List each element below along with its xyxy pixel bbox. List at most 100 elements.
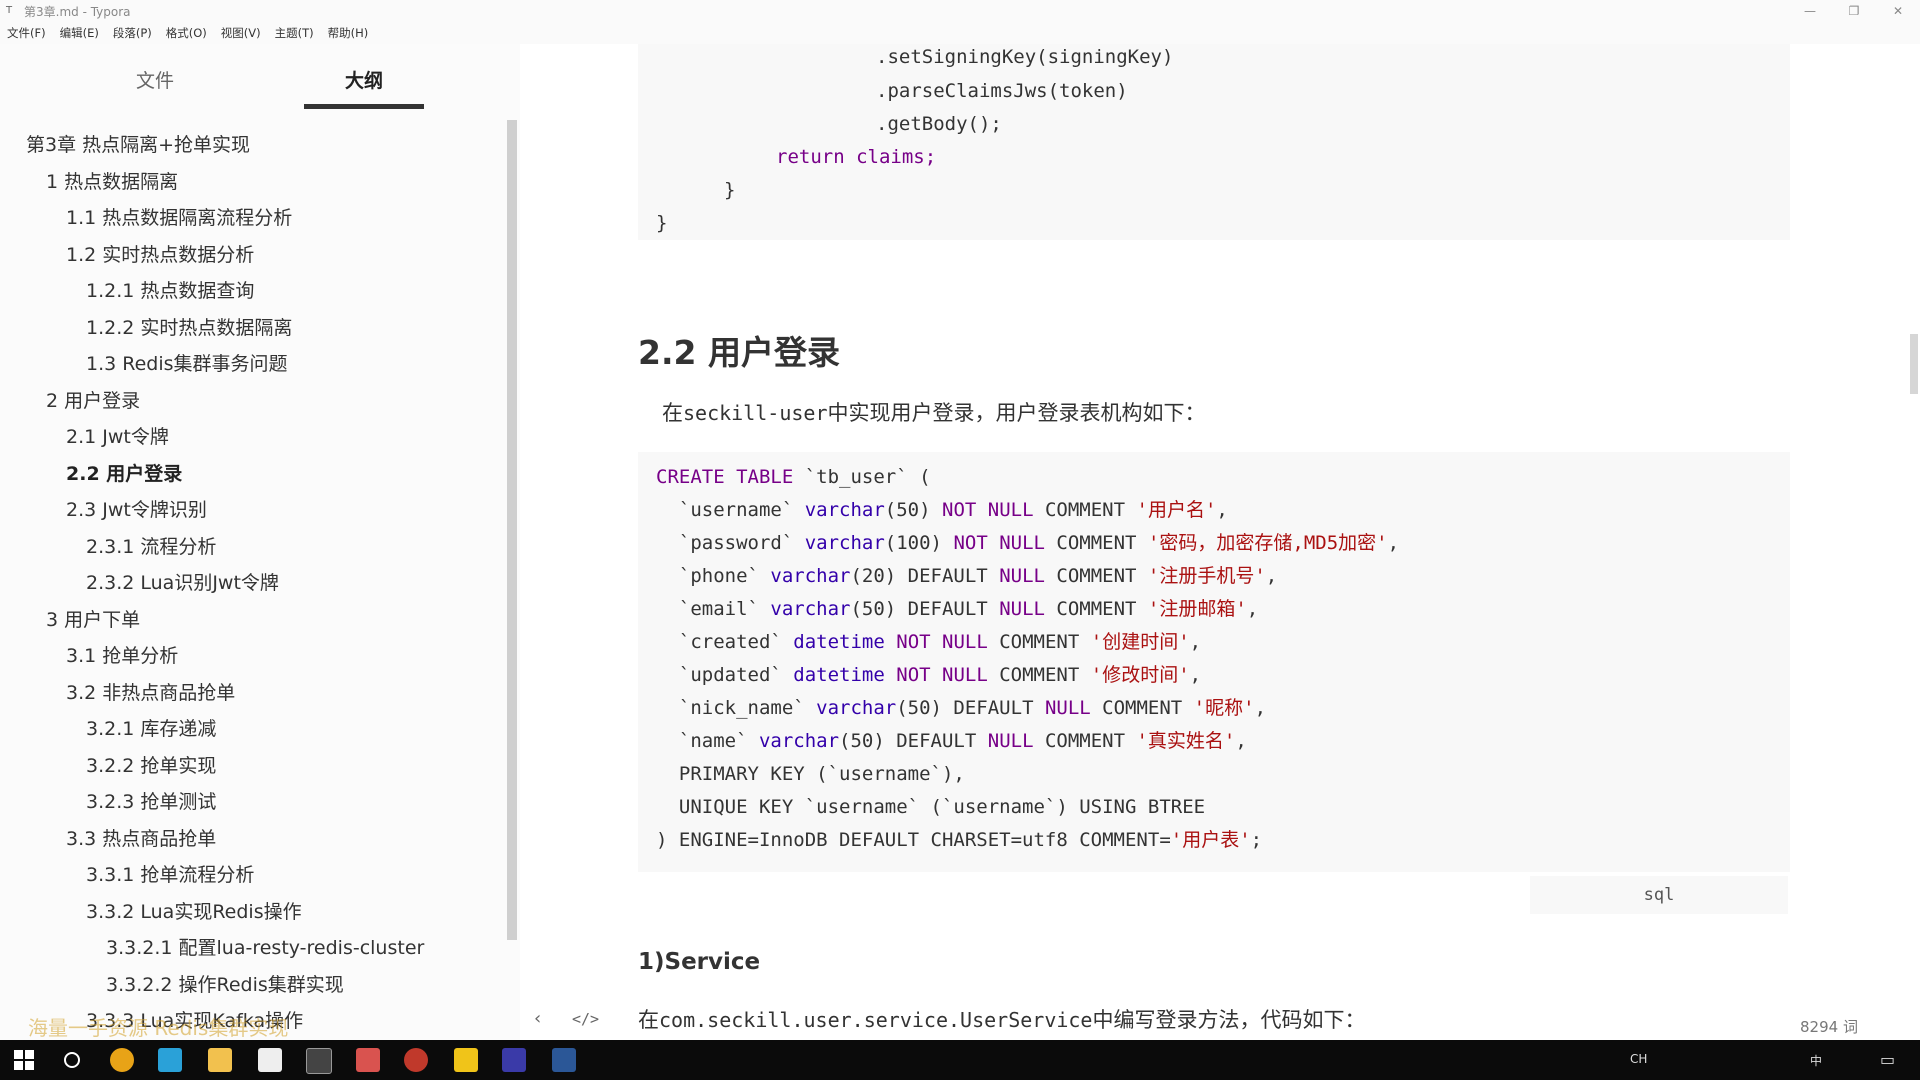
code-line: } [656,212,668,234]
chrome-icon[interactable] [110,1048,134,1072]
outline-item[interactable]: 1.2.2 实时热点数据隔离 [86,315,292,341]
sql-line: ) ENGINE=InnoDB DEFAULT CHARSET=utf8 COM… [656,829,1263,851]
service-paragraph: 在com.seckill.user.service.UserService中编写… [638,1004,1365,1034]
outline-item[interactable]: 3.3.1 抢单流程分析 [86,862,254,888]
ime-indicator[interactable]: 中 [1810,1052,1822,1069]
outline-item[interactable]: 1.2 实时热点数据分析 [66,242,254,268]
typora-icon: T [6,5,13,16]
outline-item[interactable]: 1.2.1 热点数据查询 [86,278,254,304]
outline-item[interactable]: 2.2 用户登录 [66,461,182,487]
outline-item[interactable]: 3.3 热点商品抢单 [66,826,216,852]
typora-taskbar-icon[interactable] [258,1048,282,1072]
menu-format[interactable]: 格式(O) [159,25,214,41]
app-icon[interactable] [404,1048,428,1072]
sql-line: PRIMARY KEY (`username`), [656,763,965,785]
outline-item[interactable]: 3.3.2 Lua实现Redis操作 [86,899,302,925]
outline-item[interactable]: 3.2.2 抢单实现 [86,753,216,779]
intro-paragraph: 在seckill-user中实现用户登录，用户登录表机构如下： [662,397,1206,427]
intro-text: 在 [662,401,683,425]
sql-line: `created` datetime NOT NULL COMMENT '创建时… [656,631,1202,653]
sql-line: `username` varchar(50) NOT NULL COMMENT … [656,499,1228,521]
source-mode-icon[interactable]: </> [572,1010,599,1028]
outline-item[interactable]: 2.1 Jwt令牌 [66,424,169,450]
menu-file[interactable]: 文件(F) [0,25,53,41]
intro-text: 中实现用户登录，用户登录表机构如下： [827,401,1206,425]
watermark: 海量一手资源 Redis集群实现 [28,1016,289,1040]
window-controls: — ❐ ✕ [1788,0,1920,22]
active-tab-indicator [304,104,424,109]
inline-code: seckill-user [683,401,828,425]
menu-help[interactable]: 帮助(H) [321,25,376,41]
sql-line: `password` varchar(100) NOT NULL COMMENT… [656,532,1400,554]
input-language[interactable]: CH [1630,1052,1647,1066]
maximize-button[interactable]: ❐ [1832,0,1876,22]
system-tray: CH 中 ▭ [1620,1040,1920,1080]
inline-code: com.seckill.user.service.UserService [659,1008,1093,1032]
sidebar-tabs: 文件 大纲 [0,44,520,110]
code-line: .getBody(); [876,113,1002,135]
outline-item[interactable]: 3.3.2.1 配置lua-resty-redis-cluster [106,935,424,961]
folder-icon[interactable] [208,1048,232,1072]
menu-bar: 文件(F) 编辑(E) 段落(P) 格式(O) 视图(V) 主题(T) 帮助(H… [0,22,1920,44]
title-bar: T 第3章.md - Typora — ❐ ✕ [0,0,1920,22]
app-icon[interactable] [356,1048,380,1072]
code-language-tag[interactable]: sql [1530,876,1788,914]
intellij-icon[interactable] [502,1048,526,1072]
subsection-heading: 1)Service [638,949,761,975]
start-icon[interactable] [12,1048,36,1072]
outline-item[interactable]: 1.3 Redis集群事务问题 [86,351,288,377]
editor[interactable]: .setSigningKey(signingKey) .parseClaimsJ… [520,44,1920,1040]
outline-item[interactable]: 3 用户下单 [46,607,140,633]
minimize-button[interactable]: — [1788,0,1832,22]
sidebar-scrollbar[interactable] [507,120,517,940]
code-line: .setSigningKey(signingKey) [876,46,1174,68]
tab-files[interactable]: 文件 [110,66,200,106]
outline-item[interactable]: 3.2 非热点商品抢单 [66,680,235,706]
outline-item[interactable]: 2.3 Jwt令牌识别 [66,497,207,523]
code-block-java[interactable]: .setSigningKey(signingKey) .parseClaimsJ… [638,44,1790,240]
menu-view[interactable]: 视图(V) [214,25,268,41]
close-button[interactable]: ✕ [1876,0,1920,22]
menu-theme[interactable]: 主题(T) [268,25,321,41]
outline-item[interactable]: 3.3.2.2 操作Redis集群实现 [106,972,344,998]
sql-line: `email` varchar(50) DEFAULT NULL COMMENT… [656,598,1259,620]
outline-item[interactable]: 第3章 热点隔离+抢单实现 [26,132,250,158]
outline-item[interactable]: 2 用户登录 [46,388,140,414]
app-icon[interactable] [552,1048,576,1072]
service-text: 在 [638,1008,659,1032]
outline-item[interactable]: 3.2.3 抢单测试 [86,789,216,815]
section-heading: 2.2 用户登录 [638,333,840,372]
outline-item[interactable]: 2.3.2 Lua识别Jwt令牌 [86,570,279,596]
taskbar: CH 中 ▭ [0,1040,1920,1080]
code-keyword: return claims; [776,146,937,168]
sql-line: `nick_name` varchar(50) DEFAULT NULL COM… [656,697,1267,719]
outline-item[interactable]: 3.1 抢单分析 [66,643,178,669]
window-title: 第3章.md - Typora [24,4,131,19]
search-icon[interactable] [60,1048,84,1072]
sql-line: `updated` datetime NOT NULL COMMENT '修改时… [656,664,1202,686]
notification-icon[interactable]: ▭ [1880,1050,1895,1069]
terminal-icon[interactable] [306,1048,332,1074]
app-icon[interactable] [454,1048,478,1072]
outline-item[interactable]: 1 热点数据隔离 [46,169,178,195]
sql-line: CREATE TABLE `tb_user` ( [656,466,931,488]
word-count[interactable]: 8294 词 [1800,1016,1858,1037]
code-line: return claims; [776,142,936,172]
sidebar: 文件 大纲 第3章 热点隔离+抢单实现 1 热点数据隔离 1.1 热点数据隔离流程分… [0,44,520,1040]
service-text: 中编写登录方法，代码如下： [1092,1008,1366,1032]
outline-item[interactable]: 3.2.1 库存递减 [86,716,216,742]
sql-line: `phone` varchar(20) DEFAULT NULL COMMENT… [656,565,1278,587]
menu-paragraph[interactable]: 段落(P) [106,25,159,41]
tab-outline[interactable]: 大纲 [304,66,424,106]
sql-line: UNIQUE KEY `username` (`username`) USING… [656,796,1206,818]
menu-edit[interactable]: 编辑(E) [53,25,106,41]
editor-scrollbar[interactable] [1910,334,1918,394]
outline-item[interactable]: 1.1 热点数据隔离流程分析 [66,205,292,231]
code-line: } [724,179,736,201]
sql-line: `name` varchar(50) DEFAULT NULL COMMENT … [656,730,1247,752]
code-block-sql[interactable]: CREATE TABLE `tb_user` ( `username` varc… [638,452,1790,872]
code-line: .parseClaimsJws(token) [876,80,1128,102]
outline-item[interactable]: 2.3.1 流程分析 [86,534,216,560]
collapse-sidebar-icon[interactable]: ‹ [534,1008,541,1029]
app-icon[interactable] [158,1048,182,1072]
